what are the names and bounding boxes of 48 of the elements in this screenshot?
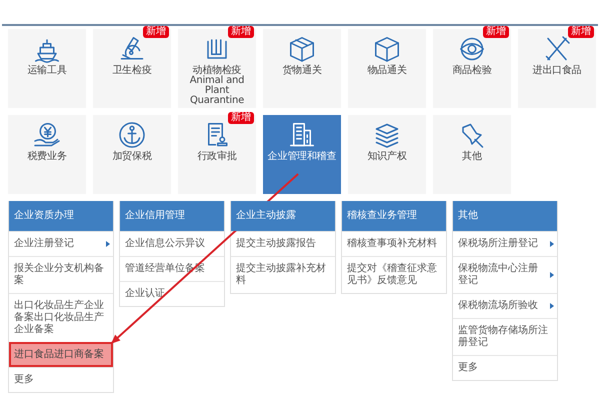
menu-item[interactable]: 更多 (9, 367, 113, 392)
menu-item[interactable]: 提交主动披露补充材料 (231, 256, 335, 293)
tile-label: 加贸保税 (111, 152, 153, 162)
category-tile[interactable]: 其他 (433, 115, 511, 194)
tile-label: 税费业务 (26, 152, 68, 162)
category-tile[interactable]: 物品通关 (348, 29, 426, 108)
tile-label: 其他 (461, 152, 483, 162)
category-tile[interactable]: 企业管理和稽查 (263, 115, 341, 194)
anchor-icon (117, 120, 147, 150)
tile-label: 商品检验 (451, 66, 493, 76)
menu-header: 企业主动披露 (231, 201, 335, 231)
menu-item[interactable]: 保税物流场所验收 (453, 293, 557, 318)
menu-header: 企业资质办理 (9, 201, 113, 231)
tile-label: 进出口食品 (531, 66, 582, 76)
cube-icon (372, 34, 402, 64)
tile-label: 卫生检疫 (111, 66, 153, 76)
tile-label: 动植物检疫 Animal and Plant Quarantine (188, 66, 246, 106)
menu-item[interactable]: 保税场所注册登记 (453, 231, 557, 256)
category-tile[interactable]: 运输工具 (8, 29, 86, 108)
menu-item[interactable]: 保税物流中心注册登记 (453, 256, 557, 293)
category-tile[interactable]: 加贸保税 (93, 115, 171, 194)
category-tile[interactable]: 知识产权 (348, 115, 426, 194)
menu-header: 其他 (453, 201, 557, 231)
tile-label: 企业管理和稽查 (266, 152, 338, 162)
new-badge: 新增 (228, 26, 254, 38)
category-tile[interactable]: 货物通关 (263, 29, 341, 108)
new-badge: 新增 (143, 26, 169, 38)
menu-item[interactable]: 提交对《稽查征求意见书》反馈意见 (342, 256, 446, 293)
menu-item[interactable]: 监管货物存储场所注册登记 (453, 318, 557, 355)
menu-item[interactable]: 进口食品进口商备案 (9, 342, 113, 367)
menu-item[interactable]: 更多 (453, 355, 557, 380)
menu-item[interactable]: 提交主动披露报告 (231, 231, 335, 256)
tile-label: 物品通关 (366, 66, 408, 76)
tile-label: 运输工具 (26, 66, 68, 76)
tile-label: 货物通关 (281, 66, 323, 76)
new-badge: 新增 (568, 26, 594, 38)
menu-item[interactable]: 报关企业分支机构备案 (9, 256, 113, 293)
menu-header: 稽核查业务管理 (342, 201, 446, 231)
menu-item[interactable]: 企业信息公示异议 (120, 231, 224, 256)
new-badge: 新增 (483, 26, 509, 38)
category-tile[interactable]: 税费业务 (8, 115, 86, 194)
menu-item[interactable]: 企业注册登记 (9, 231, 113, 256)
box-icon (287, 34, 317, 64)
menu-item[interactable]: 稽核查事项补充材料 (342, 231, 446, 256)
tile-label: 行政审批 (196, 152, 238, 162)
menu-header: 企业信用管理 (120, 201, 224, 231)
new-badge: 新增 (228, 112, 254, 124)
tile-label: 知识产权 (366, 152, 408, 162)
